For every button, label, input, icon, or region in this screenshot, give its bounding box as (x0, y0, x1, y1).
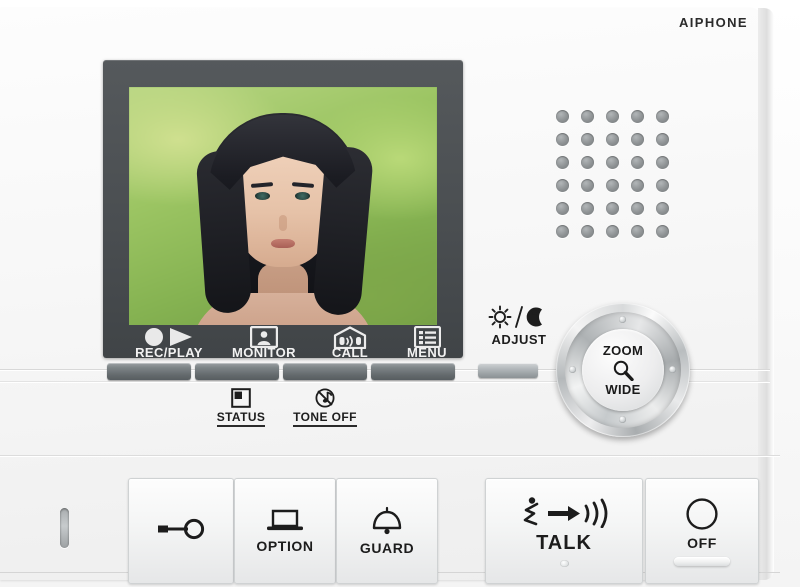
speaker-hole (581, 133, 594, 146)
dial-screw (619, 316, 626, 323)
speaker-hole (606, 202, 619, 215)
speaker-hole (556, 133, 569, 146)
speaker-hole (631, 133, 644, 146)
bezel-label-menu: MENU (407, 345, 447, 360)
door-release-button[interactable] (128, 478, 234, 584)
speaker-hole (581, 202, 594, 215)
dial-zoom-label: ZOOM (602, 343, 644, 358)
dial-screw (569, 366, 576, 373)
speaker-hole (631, 225, 644, 238)
speaker-hole (656, 133, 669, 146)
body-seam (0, 455, 780, 456)
speaker-hole (581, 110, 594, 123)
speaker-hole (631, 179, 644, 192)
speaker-hole (606, 179, 619, 192)
status-indicator: STATUS (196, 388, 286, 427)
bezel-label-row: REC/PLAY MONITOR CALL MENU (103, 325, 463, 360)
door-release-key-icon (156, 518, 206, 540)
guard-label: GUARD (359, 540, 415, 556)
speaker-hole (556, 179, 569, 192)
speaker-hole (581, 156, 594, 169)
intercom-device: AIPHONE REC/PLAY MONITOR CALL MENU ADJUS… (0, 0, 800, 587)
speaker-hole (606, 156, 619, 169)
talk-speak-icon (516, 496, 612, 528)
talk-label: TALK (536, 531, 592, 554)
speaker-hole (581, 225, 594, 238)
softkey-monitor[interactable] (195, 363, 279, 380)
off-circle-icon (685, 497, 719, 531)
screen-module: REC/PLAY MONITOR CALL MENU (103, 60, 463, 360)
speaker-hole (606, 133, 619, 146)
talk-button[interactable]: TALK (485, 478, 643, 584)
adjust-label: ADJUST (491, 332, 547, 347)
tone-off-label: TONE OFF (293, 410, 357, 427)
off-bar (674, 556, 730, 566)
speaker-hole (631, 156, 644, 169)
device-right-edge (758, 8, 774, 580)
dial-wide-label: WIDE (605, 382, 641, 397)
option-label: OPTION (256, 538, 314, 554)
option-button[interactable]: OPTION (234, 478, 336, 584)
zoom-wide-dial[interactable]: ZOOM WIDE (556, 303, 690, 437)
tone-off-icon (280, 388, 370, 408)
adjust-key[interactable] (478, 363, 538, 378)
bezel-label-call: CALL (331, 345, 369, 360)
speaker-hole (581, 179, 594, 192)
speaker-hole (556, 156, 569, 169)
adjust-indicator: ADJUST (482, 305, 556, 347)
microphone-slot (60, 508, 69, 548)
option-device-icon (265, 508, 305, 534)
speaker-hole (556, 110, 569, 123)
off-label: OFF (687, 534, 717, 551)
speaker-hole (656, 156, 669, 169)
dial-screw (619, 416, 626, 423)
tone-off-indicator: TONE OFF (280, 388, 370, 427)
speaker-hole (656, 225, 669, 238)
off-button[interactable]: OFF (645, 478, 759, 584)
guard-bell-icon (367, 506, 407, 536)
status-square-icon (196, 388, 286, 408)
softkey-call[interactable] (283, 363, 367, 380)
speaker-hole (656, 110, 669, 123)
magnifier-icon (610, 359, 636, 381)
softkey-menu[interactable] (371, 363, 455, 380)
speaker-hole (656, 202, 669, 215)
bezel-label-rec-play: REC/PLAY (135, 345, 203, 360)
speaker-hole (556, 202, 569, 215)
guard-button[interactable]: GUARD (336, 478, 438, 584)
bezel-label-monitor: MONITOR (232, 345, 296, 360)
sun-moon-icon (482, 305, 556, 331)
lcd-display (129, 87, 437, 325)
status-label: STATUS (216, 410, 266, 427)
dial-center-button[interactable]: ZOOM WIDE (582, 329, 664, 411)
talk-led (559, 559, 569, 567)
softkey-rec-play[interactable] (107, 363, 191, 380)
speaker-grille (556, 110, 676, 250)
speaker-hole (656, 179, 669, 192)
speaker-hole (631, 202, 644, 215)
brand-logo: AIPHONE (678, 15, 748, 30)
dial-screw (669, 366, 676, 373)
speaker-hole (606, 110, 619, 123)
speaker-hole (631, 110, 644, 123)
video-subject (129, 87, 437, 325)
speaker-hole (606, 225, 619, 238)
speaker-hole (556, 225, 569, 238)
